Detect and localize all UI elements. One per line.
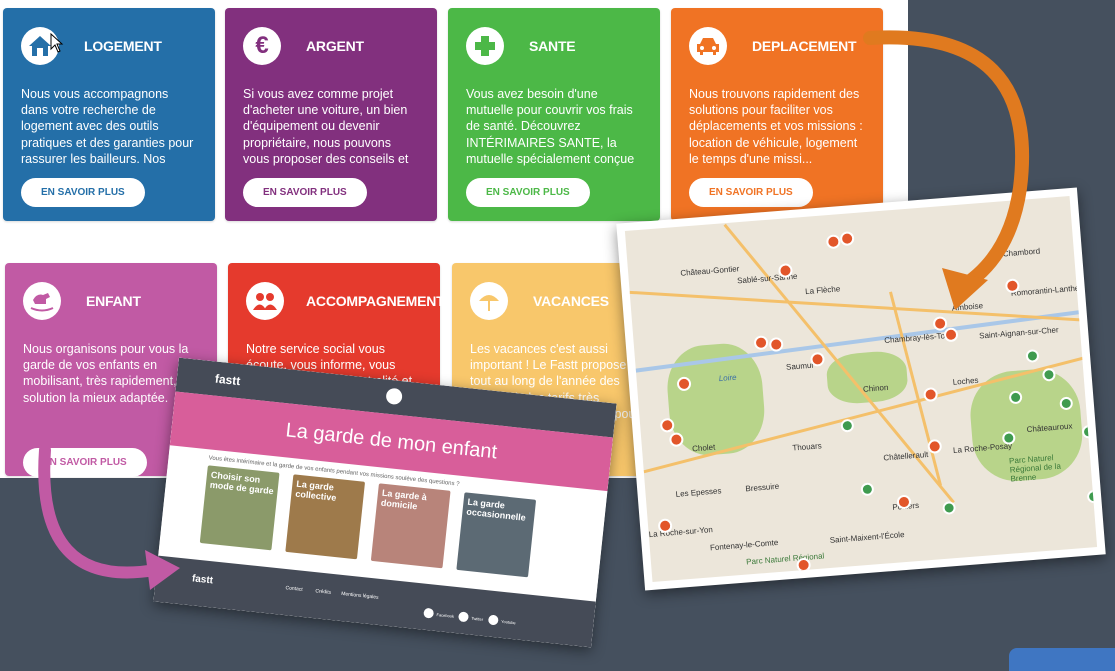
map-label: Château-Gontier: [680, 264, 740, 278]
map-marker[interactable]: [1025, 348, 1040, 363]
card-description: Si vous avez comme projet d'acheter une …: [243, 87, 409, 166]
page-title: La garde de mon enfant: [284, 418, 499, 463]
card-title: DEPLACEMENT: [752, 38, 857, 54]
twitter-label: Twitter: [471, 615, 484, 622]
map-label: Saumur: [785, 360, 815, 372]
card-title: ACCOMPAGNEMENT: [306, 293, 445, 309]
footer-link-mentions[interactable]: Mentions légales: [341, 591, 379, 601]
orange-curved-arrow: [863, 30, 1030, 310]
corner-widget[interactable]: [1009, 648, 1115, 671]
footer-link-contact[interactable]: Contact: [285, 585, 303, 593]
card-description: Vous avez besoin d'une mutuelle pour cou…: [466, 87, 635, 166]
map-label: Les Epesses: [675, 486, 722, 499]
map-marker[interactable]: [668, 432, 684, 448]
map-label: Parc Naturel Régional de la Brenne: [1008, 453, 1062, 484]
map-marker[interactable]: [927, 438, 943, 454]
map-marker[interactable]: [943, 327, 959, 343]
card-description: Nous trouvons rapidement des solutions p…: [689, 87, 863, 166]
card-deplacement: DEPLACEMENT Nous trouvons rapidement des…: [671, 8, 883, 221]
user-icon[interactable]: [385, 387, 403, 406]
map-marker[interactable]: [1086, 489, 1098, 504]
euro-icon: €: [243, 27, 281, 65]
card-title: ARGENT: [306, 38, 364, 54]
car-icon: [689, 27, 727, 65]
twitter-icon[interactable]: [457, 611, 469, 623]
map-marker[interactable]: [839, 231, 855, 247]
map-marker[interactable]: [825, 234, 841, 250]
map-label: Cholet: [691, 442, 716, 454]
garde-enfant-screenshot: fastt La garde de mon enfant Vous êtes i…: [153, 357, 617, 648]
tile-choisir[interactable]: Choisir son mode de garde: [199, 465, 280, 551]
en-savoir-plus-button[interactable]: EN SAVOIR PLUS: [21, 178, 145, 207]
card-sante: SANTE Vous avez besoin d'une mutuelle po…: [448, 8, 660, 221]
beach-umbrella-icon: [470, 282, 508, 320]
tile-domicile[interactable]: La garde à domicile: [370, 483, 451, 569]
card-description: Nous vous accompagnons dans votre recher…: [21, 87, 194, 166]
site-logo[interactable]: fastt: [214, 372, 241, 389]
map-label: Saint-Maixent-l'École: [829, 530, 905, 545]
card-title: SANTE: [529, 38, 576, 54]
card-title: LOGEMENT: [84, 38, 162, 54]
card-title: VACANCES: [533, 293, 609, 309]
youtube-icon[interactable]: [487, 614, 499, 626]
map-marker[interactable]: [796, 557, 812, 573]
health-cross-icon: [466, 27, 504, 65]
site-footer: fastt Contact Crédits Mentions légales F…: [153, 555, 596, 648]
card-argent: € ARGENT Si vous avez comme projet d'ach…: [225, 8, 437, 221]
facebook-icon[interactable]: [423, 607, 435, 619]
card-logement: LOGEMENT Nous vous accompagnons dans vot…: [3, 8, 215, 221]
card-title: ENFANT: [86, 293, 141, 309]
map-marker[interactable]: [923, 387, 939, 403]
map-marker[interactable]: [860, 482, 875, 497]
map-label: Bressuire: [745, 481, 780, 494]
facebook-label: Facebook: [436, 612, 455, 619]
tile-collective[interactable]: La garde collective: [285, 474, 366, 560]
map-label: Loire: [718, 372, 737, 384]
map-marker[interactable]: [1081, 424, 1096, 439]
map-label: Thouars: [792, 441, 823, 453]
en-savoir-plus-button[interactable]: EN SAVOIR PLUS: [243, 178, 367, 207]
map-marker[interactable]: [942, 500, 957, 515]
footer-link-credits[interactable]: Crédits: [315, 588, 331, 596]
youtube-label: Youtube: [500, 618, 516, 626]
en-savoir-plus-button[interactable]: EN SAVOIR PLUS: [689, 178, 813, 207]
map-label: La Flèche: [804, 284, 841, 297]
en-savoir-plus-button[interactable]: EN SAVOIR PLUS: [466, 178, 590, 207]
rocking-horse-icon: [23, 282, 61, 320]
map-label: Fontenay-le-Comte: [709, 537, 779, 553]
map-label: Parc Naturel Régional: [745, 551, 825, 567]
map-label: Saint-Aignan-sur-Cher: [978, 325, 1059, 341]
tile-occasionnelle[interactable]: La garde occasionnelle: [456, 492, 537, 578]
people-icon: [246, 282, 284, 320]
map-marker[interactable]: [840, 418, 855, 433]
pink-curved-arrow: [38, 444, 180, 590]
map-marker[interactable]: [753, 335, 769, 351]
map-marker[interactable]: [810, 351, 826, 367]
mouse-cursor-icon: [50, 33, 64, 53]
